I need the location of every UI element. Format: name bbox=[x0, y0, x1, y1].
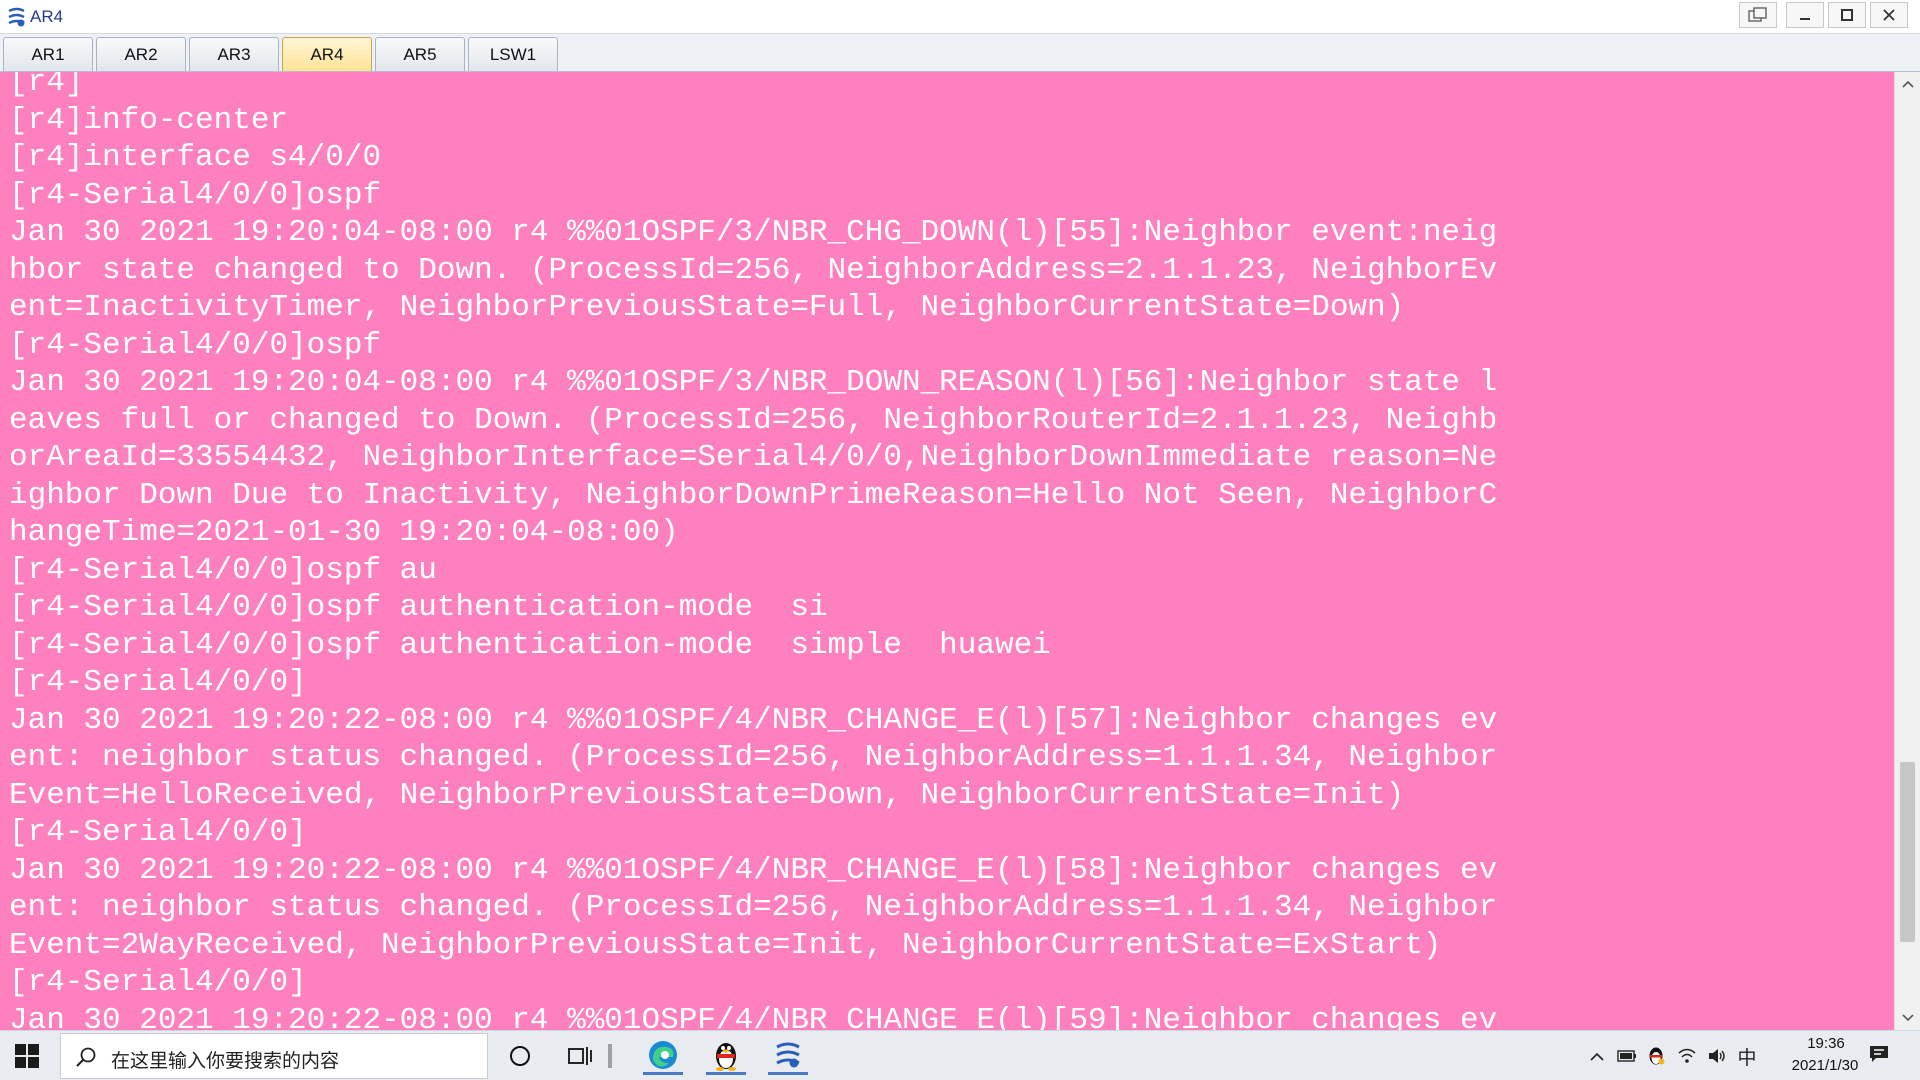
console-line: Event=HelloReceived, NeighborPreviousSta… bbox=[9, 777, 1405, 813]
notification-center-button[interactable] bbox=[1868, 1043, 1890, 1065]
console-line: ent=InactivityTimer, NeighborPreviousSta… bbox=[9, 290, 1405, 325]
maximize-button[interactable] bbox=[1828, 2, 1866, 28]
battery-icon bbox=[1617, 1050, 1636, 1062]
penguin-icon bbox=[1649, 1047, 1665, 1065]
console-line: [r4-Serial4/0/0]ospf authentication-mode… bbox=[9, 590, 828, 625]
scroll-thumb[interactable] bbox=[1900, 762, 1915, 942]
console-line: [r4-Serial4/0/0]ospf authentication-mode… bbox=[9, 627, 1051, 663]
penguin-icon bbox=[716, 1042, 736, 1071]
taskbar-separator bbox=[600, 1037, 620, 1075]
tab-lsw1[interactable]: LSW1 bbox=[468, 37, 558, 71]
restore-layout-button[interactable] bbox=[1739, 2, 1777, 28]
console-text: [r4] [r4]info-center [r4]interface s4/0/0[… bbox=[9, 72, 1497, 1030]
console-line: Jan 30 2021 19:20:22-08:00 r4 %%01OSPF/4… bbox=[9, 1002, 1498, 1031]
console-line: orAreaId=33554432, NeighborInterface=Ser… bbox=[9, 440, 1498, 475]
console-line: [r4-Serial4/0/0] bbox=[9, 965, 307, 1000]
clock-date[interactable]: 2021/1/30 bbox=[1770, 1057, 1880, 1074]
chevron-up-tray-icon[interactable] bbox=[1586, 1045, 1608, 1067]
window-title: AR4 bbox=[30, 7, 64, 26]
maximize-icon bbox=[1841, 9, 1853, 21]
console-line: [r4] bbox=[9, 72, 84, 100]
console-line: eaves full or changed to Down. (ProcessI… bbox=[9, 402, 1498, 438]
task-view-button[interactable] bbox=[560, 1037, 600, 1075]
console-line: ent: neighbor status changed. (ProcessId… bbox=[9, 740, 1498, 775]
tab-ar2[interactable]: AR2 bbox=[96, 37, 186, 71]
minimize-button[interactable] bbox=[1786, 2, 1824, 28]
console-scrollbar[interactable] bbox=[1894, 72, 1920, 1030]
windows-start-icon[interactable] bbox=[14, 1043, 40, 1069]
qq-tray-icon[interactable] bbox=[1645, 1045, 1667, 1067]
scroll-up-arrow[interactable] bbox=[1895, 72, 1920, 96]
chevron-up-icon bbox=[1590, 1052, 1604, 1061]
console-line: [r4-Serial4/0/0]ospf au bbox=[9, 552, 437, 588]
tab-ar5[interactable]: AR5 bbox=[375, 37, 465, 71]
title-bar: AR4 bbox=[0, 0, 1920, 34]
chevron-down-icon bbox=[1902, 1014, 1914, 1022]
console-output[interactable]: [r4] [r4]info-center [r4]interface s4/0/0[… bbox=[0, 72, 1894, 1030]
chevron-up-icon bbox=[1902, 80, 1914, 88]
device-tab-bar: AR1 AR2 AR3 AR4 AR5 LSW1 bbox=[0, 34, 1920, 72]
windows-icon bbox=[1748, 7, 1767, 22]
edge-browser-button[interactable] bbox=[643, 1037, 683, 1075]
console-line: [r4-Serial4/0/0]ospf bbox=[9, 327, 382, 363]
ime-indicator[interactable]: 中 bbox=[1736, 1045, 1758, 1069]
console-line: ighbor Down Due to Inactivity, NeighborD… bbox=[9, 477, 1498, 513]
clock-time[interactable]: 19:36 bbox=[1786, 1035, 1866, 1052]
ensp-button[interactable] bbox=[768, 1037, 808, 1075]
console-line: Jan 30 2021 19:20:04-08:00 r4 %%01OSPF/3… bbox=[9, 365, 1498, 400]
search-icon bbox=[76, 1047, 96, 1067]
taskbar: 在这里输入你要搜索的内容 中 19:36 2021/1/30 bbox=[0, 1030, 1920, 1080]
console-line: Event=2WayReceived, NeighborPreviousStat… bbox=[9, 927, 1442, 963]
console-line: [r4-Serial4/0/0] bbox=[9, 815, 307, 850]
qq-button[interactable] bbox=[706, 1037, 746, 1075]
console-line: [r4]interface s4/0/0 bbox=[9, 140, 382, 175]
console-line: [r4]info-center bbox=[9, 102, 289, 138]
tab-ar4[interactable]: AR4 bbox=[282, 37, 372, 71]
volume-tray-icon[interactable] bbox=[1706, 1045, 1728, 1067]
tab-ar3[interactable]: AR3 bbox=[189, 37, 279, 71]
taskbar-search-box[interactable]: 在这里输入你要搜索的内容 bbox=[60, 1033, 488, 1079]
ensp-icon bbox=[776, 1042, 800, 1067]
network-tray-icon[interactable] bbox=[1676, 1045, 1698, 1067]
console-line: [r4-Serial4/0/0] bbox=[9, 665, 307, 700]
console-line: [r4-Serial4/0/0]ospf bbox=[9, 177, 382, 213]
close-button[interactable] bbox=[1870, 2, 1908, 28]
cortana-button[interactable] bbox=[500, 1037, 540, 1075]
console-line: Jan 30 2021 19:20:22-08:00 r4 %%01OSPF/4… bbox=[9, 852, 1498, 888]
console-line: Jan 30 2021 19:20:04-08:00 r4 %%01OSPF/3… bbox=[9, 215, 1498, 250]
close-icon bbox=[1883, 9, 1895, 21]
console-line: hbor state changed to Down. (ProcessId=2… bbox=[9, 252, 1498, 288]
notification-icon bbox=[1870, 1046, 1888, 1062]
console-line: ent: neighbor status changed. (ProcessId… bbox=[9, 890, 1498, 925]
search-placeholder: 在这里输入你要搜索的内容 bbox=[111, 1050, 340, 1072]
app-icon bbox=[8, 7, 25, 27]
battery-tray-icon[interactable] bbox=[1616, 1045, 1638, 1067]
circle-icon bbox=[510, 1046, 530, 1066]
tab-ar1[interactable]: AR1 bbox=[3, 37, 93, 71]
scroll-down-arrow[interactable] bbox=[1895, 1006, 1920, 1030]
speaker-icon bbox=[1709, 1049, 1725, 1063]
minimize-icon bbox=[1800, 18, 1810, 20]
separator-icon bbox=[608, 1044, 612, 1068]
wifi-icon bbox=[1678, 1048, 1696, 1063]
console-line: Jan 30 2021 19:20:22-08:00 r4 %%01OSPF/4… bbox=[9, 702, 1498, 738]
edge-icon bbox=[649, 1040, 677, 1069]
console-line: hangeTime=2021-01-30 19:20:04-08:00) bbox=[9, 515, 679, 550]
task-view-icon bbox=[568, 1047, 592, 1065]
